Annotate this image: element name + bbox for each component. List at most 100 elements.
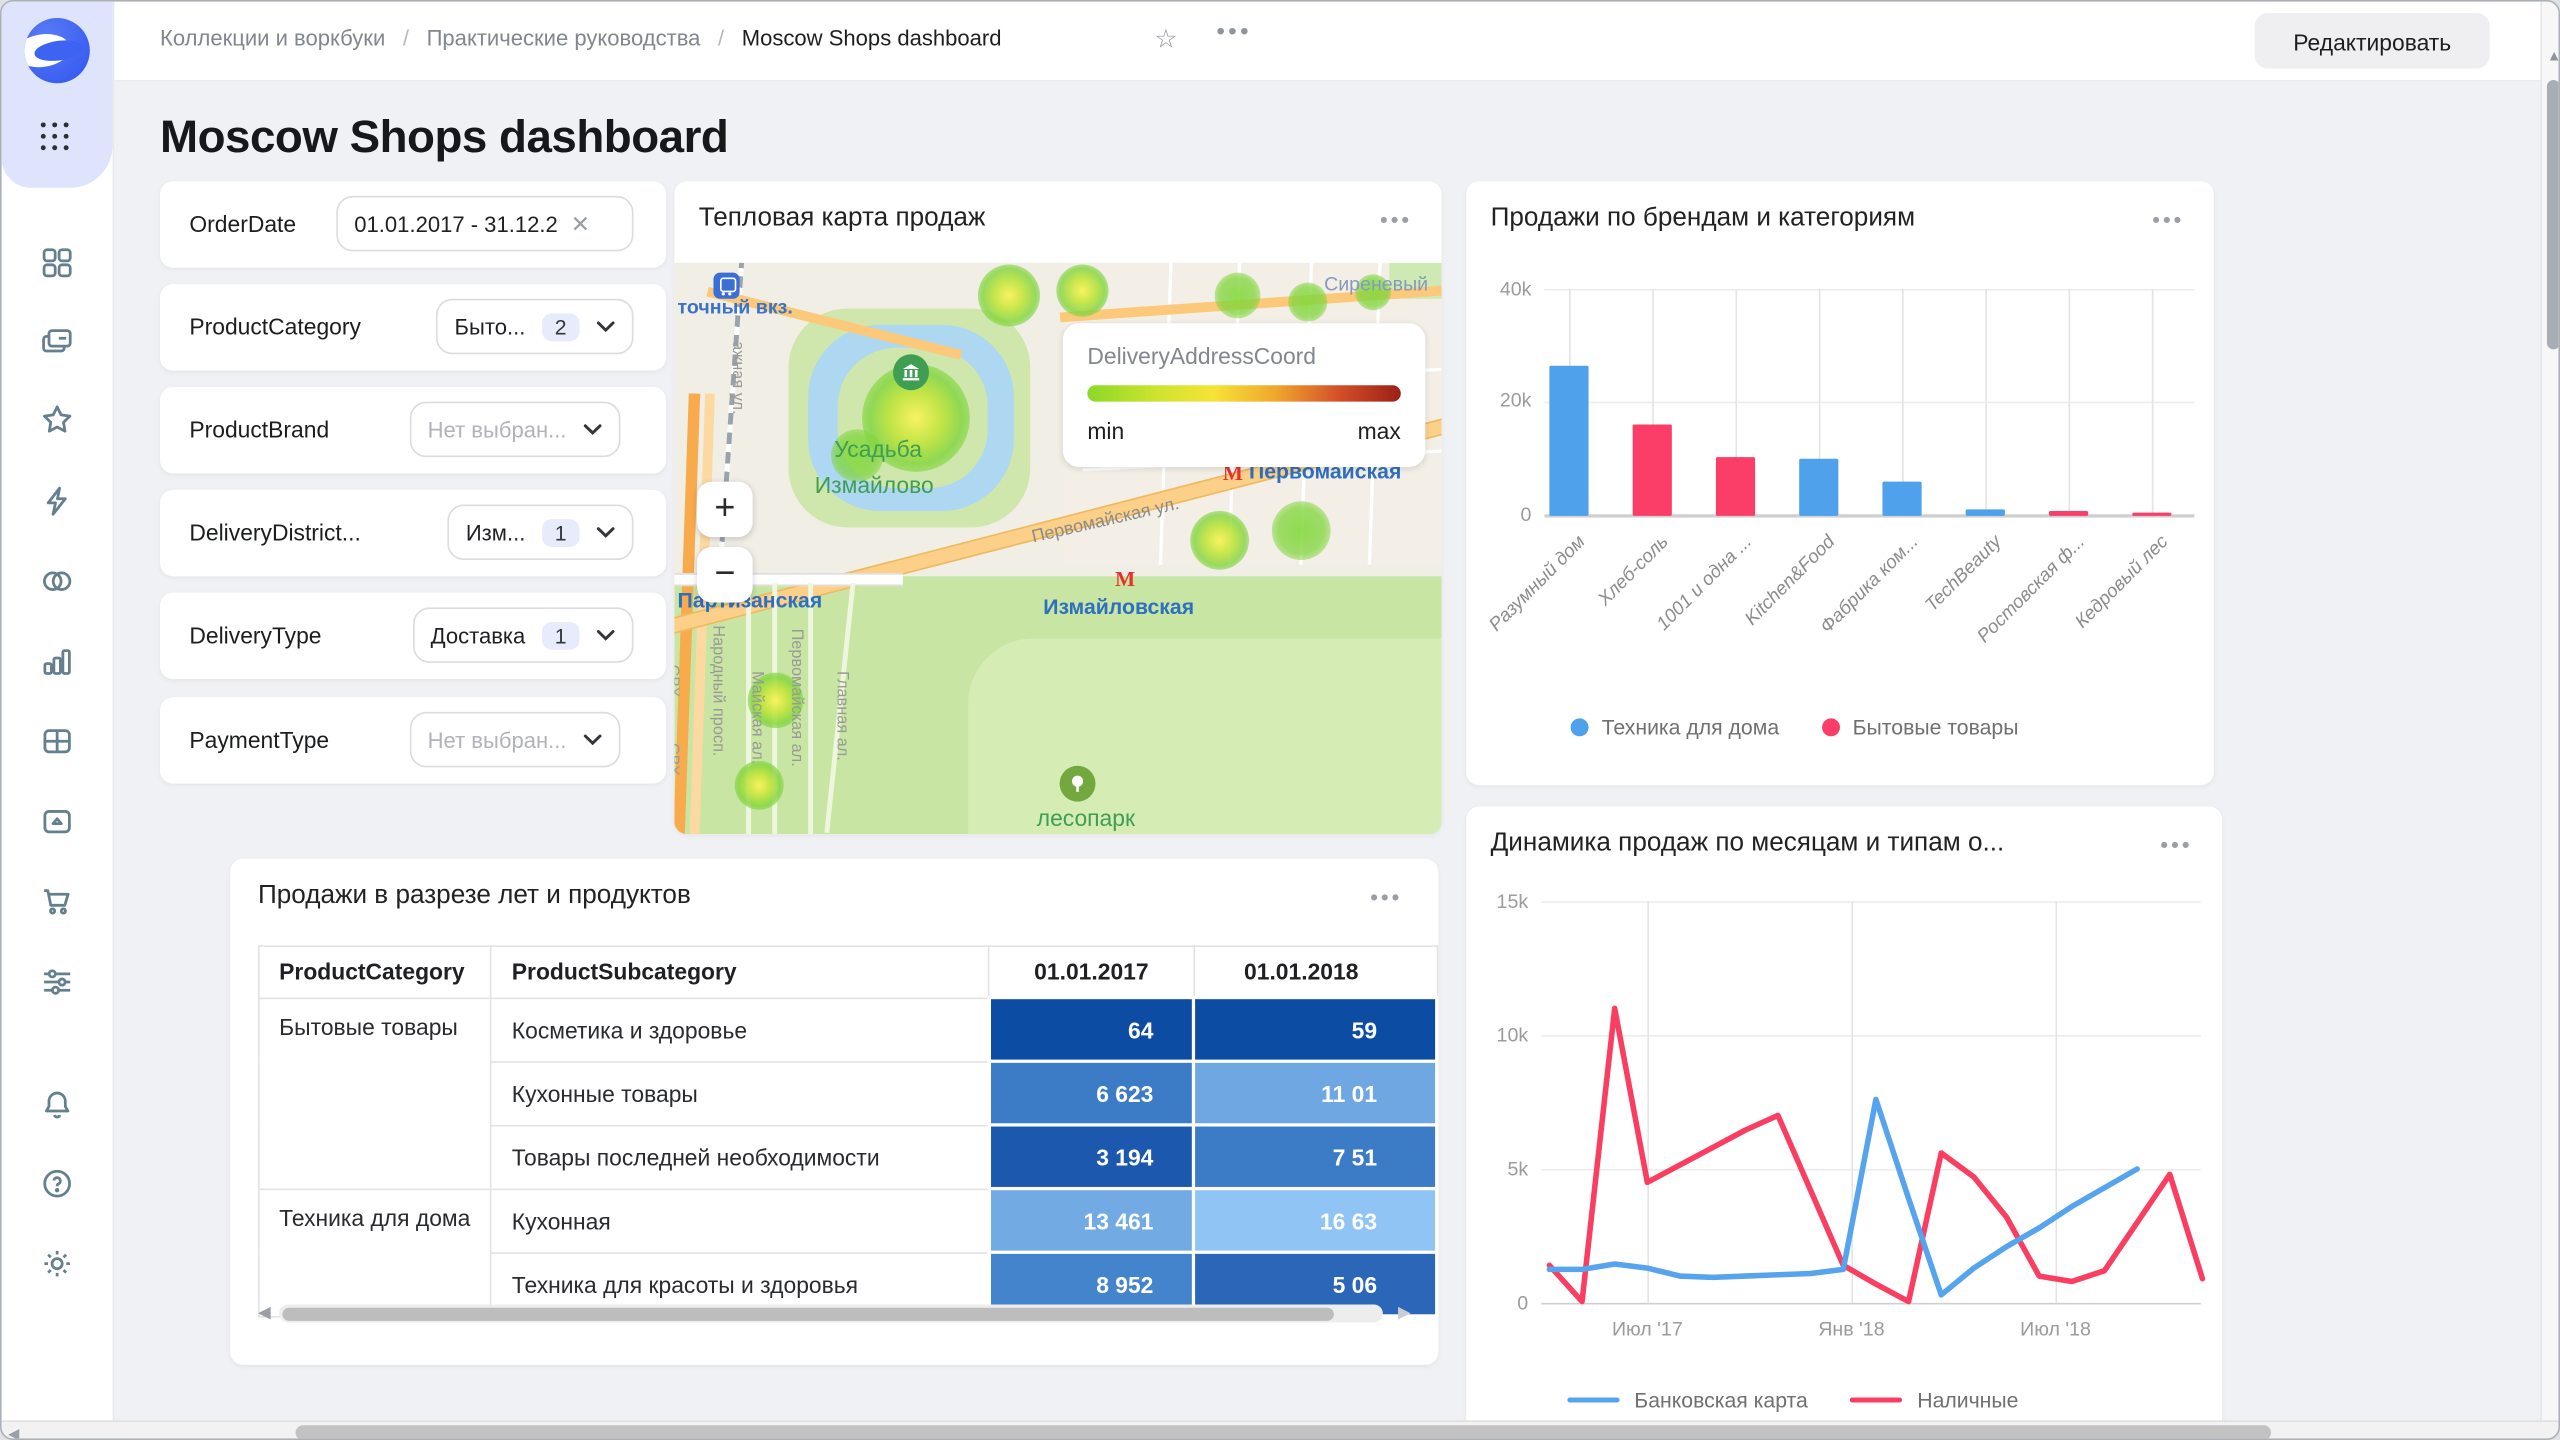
productbrand-placeholder: Нет выбран... bbox=[427, 417, 567, 442]
legend-field-name: DeliveryAddressCoord bbox=[1087, 342, 1317, 369]
scrollbar-thumb[interactable] bbox=[295, 1425, 2272, 1439]
productcategory-select[interactable]: Быто... 2 bbox=[436, 298, 634, 355]
productcategory-value: Быто... bbox=[454, 314, 526, 339]
filter-label: DeliveryDistrict... bbox=[189, 519, 361, 546]
line-series-Наличные bbox=[1546, 1005, 2206, 1305]
folder-image-icon[interactable] bbox=[39, 803, 75, 839]
col-2018[interactable]: 01.01.2018 bbox=[1193, 945, 1438, 999]
marketplace-cart-icon[interactable] bbox=[39, 883, 75, 919]
page-horizontal-scrollbar[interactable]: ◀ bbox=[1, 1420, 2559, 1439]
more-actions-icon[interactable]: ••• bbox=[1216, 18, 1252, 46]
orderdate-value: 01.01.2017 - 31.12.2 bbox=[354, 211, 558, 236]
scroll-right-icon[interactable]: ▶ bbox=[1398, 1304, 1411, 1322]
grid-2x2-icon[interactable] bbox=[39, 245, 75, 281]
breadcrumb-current: Moscow Shops dashboard bbox=[741, 26, 1002, 51]
services-sliders-icon[interactable] bbox=[39, 963, 75, 999]
col-productcategory[interactable]: ProductCategory bbox=[257, 945, 493, 999]
col-2017[interactable]: 01.01.2017 bbox=[987, 945, 1196, 999]
metro-m-icon: М bbox=[1115, 566, 1136, 592]
connections-circles-icon[interactable] bbox=[39, 563, 75, 599]
line-chart-widget: Динамика продаж по месяцам и типам о... … bbox=[1466, 806, 2223, 1439]
table-horizontal-scrollbar[interactable]: ◀ ▶ bbox=[258, 1303, 1411, 1326]
filter-label: ProductCategory bbox=[189, 313, 361, 340]
scroll-left-icon[interactable]: ◀ bbox=[258, 1304, 271, 1322]
legend-item[interactable]: Банковская карта bbox=[1567, 1388, 1808, 1412]
map-label: СВХ bbox=[674, 664, 681, 698]
bar-Разумный дом bbox=[1549, 366, 1589, 516]
scroll-left-icon[interactable]: ◀ bbox=[8, 1425, 19, 1438]
bar-Фабрика ком... bbox=[1882, 481, 1922, 516]
cell-subcategory: Кухонная bbox=[490, 1187, 990, 1254]
legend-min: min bbox=[1087, 417, 1125, 445]
bar-Ростовская ф... bbox=[2048, 510, 2089, 516]
deliverydistrict-value: Изм... bbox=[465, 519, 526, 545]
map-label: Народный просп. bbox=[708, 625, 727, 757]
favorite-star-icon[interactable]: ☆ bbox=[1154, 23, 1177, 56]
train-station-icon bbox=[713, 272, 740, 299]
cell-category: Техника для дома bbox=[257, 1187, 493, 1317]
table-grid-icon[interactable] bbox=[39, 723, 75, 759]
widget-menu-icon[interactable]: ••• bbox=[1380, 207, 1412, 231]
lightning-icon[interactable] bbox=[39, 483, 75, 519]
collections-folders-icon[interactable] bbox=[39, 323, 75, 359]
notifications-bell-icon[interactable] bbox=[39, 1087, 75, 1123]
scrollbar-thumb[interactable] bbox=[2546, 79, 2559, 350]
sales-table: ProductCategory ProductSubcategory 01.01… bbox=[257, 945, 1439, 1318]
chevron-down-icon bbox=[583, 423, 603, 436]
deliverydistrict-select[interactable]: Изм... 1 bbox=[447, 504, 634, 560]
cell-2017-value: 64 bbox=[986, 995, 1196, 1063]
map-label: Первомайская ул. bbox=[1029, 494, 1182, 548]
map-label: Сиреневый bbox=[1324, 272, 1429, 296]
table-row[interactable]: Бытовые товары Косметика и здоровье 64 59 bbox=[257, 995, 1439, 1190]
gridline bbox=[1985, 288, 1987, 516]
help-icon[interactable] bbox=[39, 1166, 75, 1202]
app-window: Коллекции и воркбуки / Практические руко… bbox=[0, 0, 2560, 1440]
clear-icon[interactable]: ✕ bbox=[571, 210, 590, 238]
table-header-row: ProductCategory ProductSubcategory 01.01… bbox=[257, 945, 1438, 999]
scroll-up-icon[interactable]: ▲ bbox=[2547, 47, 2558, 63]
widget-menu-icon[interactable]: ••• bbox=[1370, 885, 1402, 909]
breadcrumb-separator: / bbox=[718, 26, 725, 51]
paymenttype-select[interactable]: Нет выбран... bbox=[409, 711, 621, 768]
edit-button[interactable]: Редактировать bbox=[2254, 13, 2490, 69]
apps-grid-icon[interactable] bbox=[40, 122, 74, 155]
map-zoom-in-button[interactable]: + bbox=[697, 481, 753, 538]
breadcrumb-guides[interactable]: Практические руководства bbox=[427, 26, 701, 50]
map-label: Измайлово bbox=[814, 471, 934, 498]
page-vertical-scrollbar[interactable]: ▲ bbox=[2540, 1, 2559, 1421]
orderdate-input[interactable]: 01.01.2017 - 31.12.2 ✕ bbox=[336, 195, 634, 252]
cell-2017-value: 6 623 bbox=[986, 1059, 1196, 1127]
map-label: СВХ bbox=[674, 742, 681, 776]
legend-item[interactable]: Бытовые товары bbox=[1821, 715, 2018, 740]
map-label: лесопарк bbox=[1036, 804, 1135, 832]
settings-gear-icon[interactable] bbox=[39, 1246, 75, 1282]
bar-TechBeauty bbox=[1965, 509, 2005, 516]
legend-max: max bbox=[1357, 417, 1401, 445]
datalens-logo-icon[interactable] bbox=[24, 17, 90, 84]
filter-label: PaymentType bbox=[189, 726, 330, 753]
map-label: точный вкз. bbox=[677, 295, 793, 319]
table-row[interactable]: Техника для дома Кухонная 13 461 16 63 bbox=[257, 1186, 1439, 1317]
map-zoom-out-button[interactable]: − bbox=[697, 546, 753, 603]
map-canvas[interactable]: точный вкз. Сиреневый Усадьба Измайлово лесо… bbox=[674, 262, 1442, 835]
favorites-star-icon[interactable] bbox=[39, 402, 75, 438]
scrollbar-thumb[interactable] bbox=[282, 1306, 1334, 1320]
deliverytype-select[interactable]: Доставка 1 bbox=[412, 607, 634, 663]
cell-subcategory: Косметика и здоровье bbox=[490, 996, 990, 1063]
breadcrumb-collections[interactable]: Коллекции и воркбуки bbox=[160, 26, 385, 50]
bar-Хлеб-соль bbox=[1632, 424, 1672, 516]
cell-category: Бытовые товары bbox=[257, 996, 493, 1190]
chevron-down-icon bbox=[596, 526, 616, 539]
legend-item[interactable]: Техника для дома bbox=[1570, 715, 1779, 740]
page-title: Moscow Shops dashboard bbox=[159, 111, 729, 162]
col-productsubcategory[interactable]: ProductSubcategory bbox=[490, 945, 990, 999]
filter-orderdate: OrderDate 01.01.2017 - 31.12.2 ✕ bbox=[159, 181, 667, 268]
map-label: Майская ал. bbox=[747, 671, 766, 765]
gridline bbox=[2151, 288, 2154, 516]
filter-paymenttype: PaymentType Нет выбран... bbox=[159, 697, 667, 784]
museum-icon bbox=[893, 354, 929, 391]
legend-item[interactable]: Наличные bbox=[1850, 1388, 2018, 1412]
productbrand-select[interactable]: Нет выбран... bbox=[409, 401, 621, 458]
bar-chart-icon[interactable] bbox=[39, 643, 75, 679]
deliverytype-value: Доставка bbox=[430, 622, 526, 648]
